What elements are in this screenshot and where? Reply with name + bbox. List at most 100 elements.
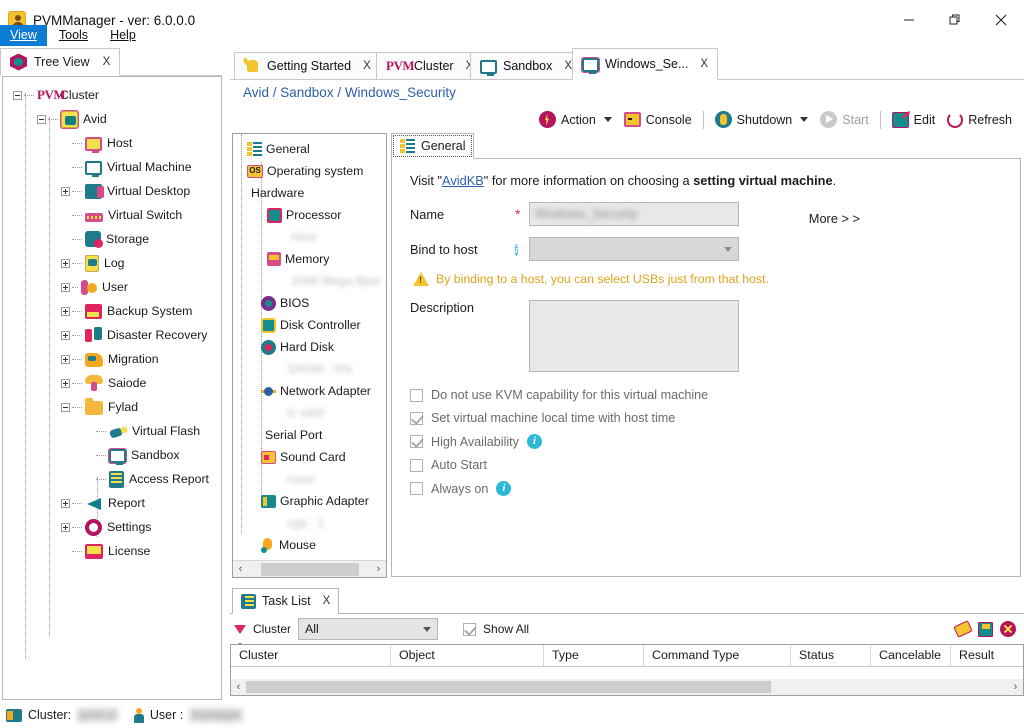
- avidkb-link[interactable]: AvidKB: [442, 173, 484, 188]
- tree-item-host[interactable]: Host: [3, 131, 221, 155]
- tree-item-disaster-recovery[interactable]: Disaster Recovery: [3, 323, 221, 347]
- column-header-type[interactable]: Type: [544, 645, 644, 666]
- tree-item-migration[interactable]: Migration: [3, 347, 221, 371]
- scroll-right-icon[interactable]: ›: [371, 563, 386, 575]
- tree-item-sandbox[interactable]: Sandbox: [3, 443, 221, 467]
- expander-plus-icon[interactable]: [61, 330, 70, 340]
- hw-item-operating-system[interactable]: OS Operating system: [233, 160, 386, 182]
- scroll-left-icon[interactable]: ‹: [233, 563, 248, 575]
- hw-item-processor[interactable]: Processor: [233, 204, 386, 226]
- scroll-right-icon[interactable]: ›: [1008, 681, 1023, 693]
- chevron-down-icon[interactable]: [800, 117, 809, 122]
- tab-general[interactable]: General: [391, 133, 475, 159]
- tree-item-backup-system[interactable]: Backup System: [3, 299, 221, 323]
- checkbox-no-kvm[interactable]: Do not use KVM capability for this virtu…: [410, 388, 1002, 402]
- checkbox-auto-start[interactable]: Auto Start: [410, 458, 1002, 472]
- expander-minus-icon[interactable]: [61, 402, 70, 412]
- tree-item-user[interactable]: User: [3, 275, 221, 299]
- tree-item-cluster[interactable]: PVM Cluster: [3, 83, 221, 107]
- scroll-left-icon[interactable]: ‹: [231, 681, 246, 693]
- checkbox-always-on[interactable]: Always on i: [410, 481, 1002, 496]
- expander-plus-icon[interactable]: [61, 522, 70, 532]
- tree-item-avid[interactable]: Avid: [3, 107, 221, 131]
- checkbox-box[interactable]: [410, 458, 423, 472]
- tab-cluster[interactable]: PVM Cluster X: [376, 52, 484, 80]
- hw-item-disk-controller[interactable]: Disk Controller: [233, 314, 386, 336]
- tab-close[interactable]: X: [700, 58, 708, 70]
- tree-item-virtual-machine[interactable]: Virtual Machine: [3, 155, 221, 179]
- tab-task-list-close[interactable]: X: [323, 595, 331, 607]
- tab-windows-security[interactable]: Windows_Se... X: [572, 48, 719, 80]
- checkbox-high-availability[interactable]: High Availability i: [410, 434, 1002, 449]
- checkbox-box[interactable]: [410, 411, 423, 425]
- hw-item-general[interactable]: General: [233, 138, 386, 160]
- tab-close[interactable]: X: [564, 60, 572, 72]
- hw-item-network-adapter[interactable]: Network Adapter: [233, 380, 386, 402]
- tree-item-storage[interactable]: Storage: [3, 227, 221, 251]
- expander-plus-icon[interactable]: [61, 498, 70, 508]
- tree-item-log[interactable]: Log: [3, 251, 221, 275]
- hw-item-hardware[interactable]: Hardware: [233, 182, 386, 204]
- start-button[interactable]: Start: [814, 109, 874, 130]
- tab-sandbox[interactable]: Sandbox X: [470, 52, 583, 80]
- tree-item-saiode[interactable]: Saiode: [3, 371, 221, 395]
- column-header-status[interactable]: Status: [791, 645, 871, 666]
- scrollbar-thumb[interactable]: [260, 562, 359, 576]
- task-table-hscrollbar[interactable]: ‹ ›: [231, 679, 1023, 695]
- expander-minus-icon[interactable]: [37, 114, 46, 124]
- name-input[interactable]: Windows_Security: [529, 202, 739, 226]
- hw-item-graphic-adapter[interactable]: Graphic Adapter: [233, 490, 386, 512]
- tree-item-settings[interactable]: Settings: [3, 515, 221, 539]
- tree-item-license[interactable]: License: [3, 539, 221, 563]
- hw-item-mouse[interactable]: Mouse: [233, 534, 386, 556]
- tab-getting-started[interactable]: Getting Started X: [234, 52, 381, 80]
- column-header-command-type[interactable]: Command Type: [644, 645, 791, 666]
- tree-item-virtual-desktop[interactable]: Virtual Desktop: [3, 179, 221, 203]
- refresh-button[interactable]: Refresh: [941, 110, 1018, 130]
- edit-button[interactable]: Edit: [886, 110, 942, 130]
- tab-tree-view-close[interactable]: X: [103, 56, 111, 68]
- console-button[interactable]: Console: [618, 110, 698, 129]
- expander-plus-icon[interactable]: [61, 354, 70, 364]
- column-header-object[interactable]: Object: [391, 645, 544, 666]
- tree-item-virtual-switch[interactable]: Virtual Switch: [3, 203, 221, 227]
- eraser-icon[interactable]: [953, 620, 973, 638]
- hw-item-serial-port[interactable]: Serial Port: [233, 424, 386, 446]
- hardware-tree-panel[interactable]: General OS Operating system Hardware Pro…: [232, 133, 387, 578]
- menu-help[interactable]: Help: [100, 25, 146, 46]
- menu-view[interactable]: View: [0, 25, 47, 46]
- menu-tools[interactable]: Tools: [49, 25, 98, 46]
- tree-view-panel[interactable]: PVM Cluster Avid Host Virtual Machine Vi…: [2, 76, 222, 700]
- scrollbar-thumb[interactable]: [246, 681, 771, 693]
- info-icon[interactable]: i: [496, 481, 512, 496]
- hw-item-sound-card[interactable]: Sound Card: [233, 446, 386, 468]
- tab-close[interactable]: X: [363, 60, 371, 72]
- hw-item-bios[interactable]: BIOS: [233, 292, 386, 314]
- show-all-checkbox[interactable]: [463, 622, 477, 636]
- expander-plus-icon[interactable]: [61, 306, 70, 316]
- task-table[interactable]: Cluster Object Type Command Type Status …: [230, 644, 1024, 696]
- cluster-filter-select[interactable]: All: [298, 618, 439, 640]
- close-circle-icon[interactable]: [1000, 621, 1016, 637]
- checkbox-local-time[interactable]: Set virtual machine local time with host…: [410, 411, 1002, 425]
- info-icon[interactable]: i: [515, 244, 519, 256]
- column-header-result[interactable]: Result: [951, 645, 1021, 666]
- bind-to-host-select[interactable]: [529, 237, 739, 261]
- tree-item-fylad[interactable]: Fylad: [3, 395, 221, 419]
- hardware-tree-hscrollbar[interactable]: ‹ ›: [233, 560, 386, 577]
- shutdown-button[interactable]: Shutdown: [709, 109, 815, 130]
- hw-item-memory[interactable]: Memory: [233, 248, 386, 270]
- expander-plus-icon[interactable]: [61, 186, 70, 196]
- checkbox-box[interactable]: [410, 435, 423, 448]
- expander-minus-icon[interactable]: [13, 90, 22, 100]
- info-icon[interactable]: i: [526, 434, 542, 449]
- tree-item-virtual-flash[interactable]: Virtual Flash: [3, 419, 221, 443]
- column-header-cancelable[interactable]: Cancelable: [871, 645, 951, 666]
- tree-item-access-report[interactable]: Access Report: [3, 467, 221, 491]
- checkbox-box[interactable]: [410, 482, 423, 495]
- chevron-down-icon[interactable]: [603, 117, 612, 122]
- tab-task-list[interactable]: Task List X: [232, 588, 340, 614]
- save-icon[interactable]: [978, 621, 993, 637]
- tab-tree-view[interactable]: Tree View X: [0, 48, 121, 76]
- action-button[interactable]: Action: [533, 109, 618, 130]
